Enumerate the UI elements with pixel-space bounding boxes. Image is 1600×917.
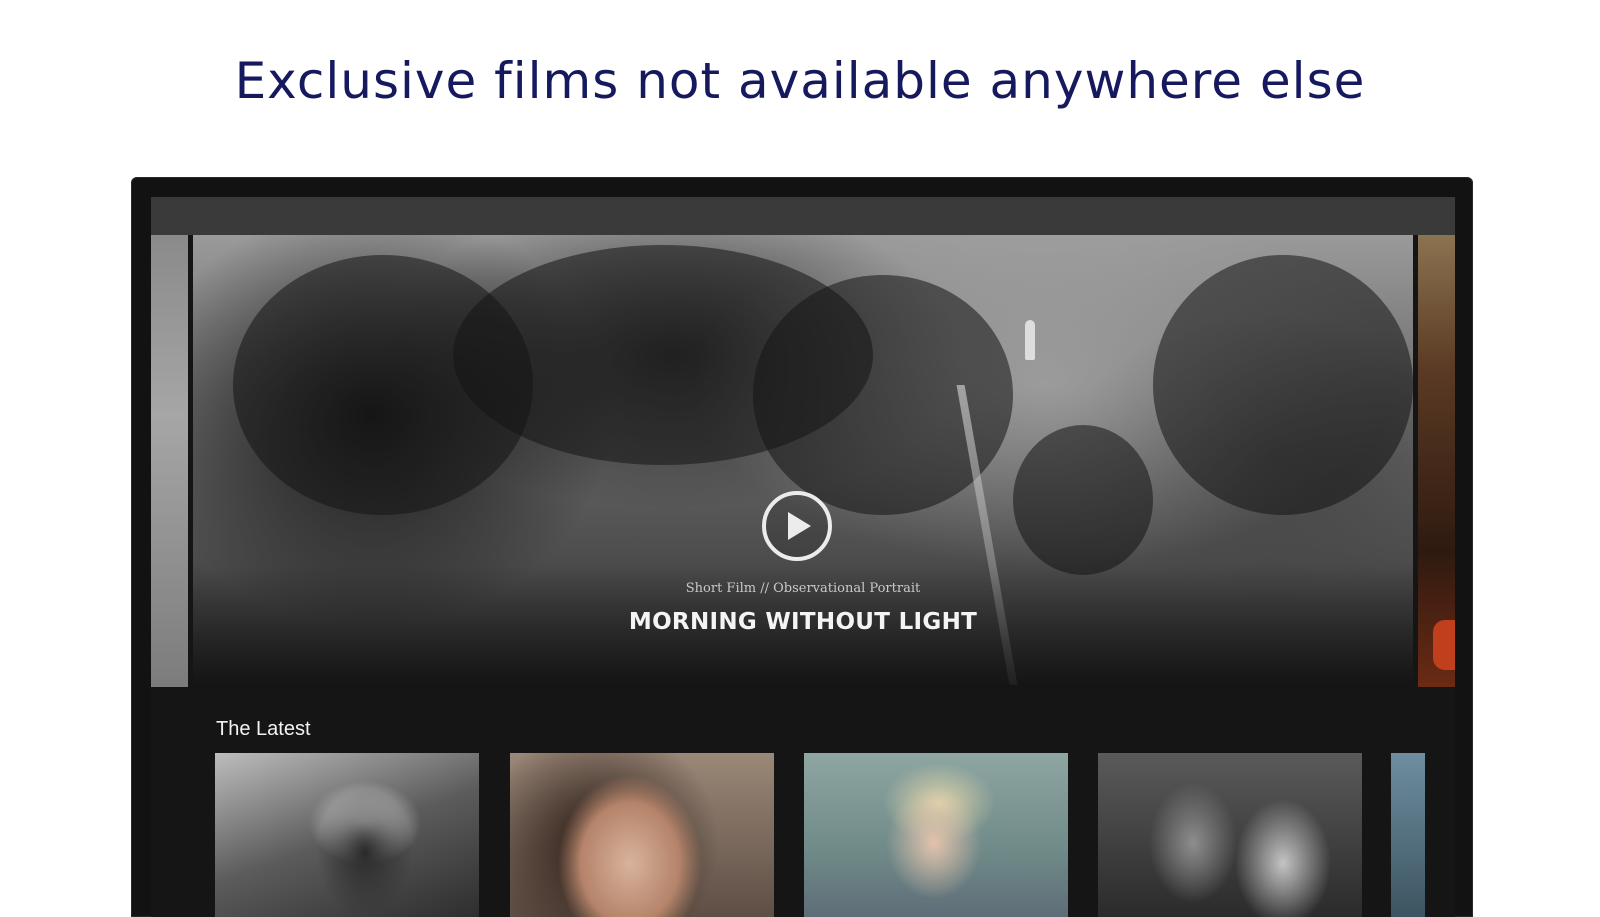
play-icon — [788, 512, 811, 540]
hero-slide[interactable]: Short Film // Observational Portrait MOR… — [193, 235, 1413, 687]
film-thumbnail[interactable] — [510, 753, 774, 917]
hero-image-detail — [1433, 620, 1455, 670]
device-frame: Short Film // Observational Portrait MOR… — [131, 177, 1473, 917]
film-thumbnail[interactable] — [1098, 753, 1362, 917]
app-screen: Short Film // Observational Portrait MOR… — [151, 197, 1455, 917]
film-thumbnail[interactable] — [1391, 753, 1425, 917]
promo-headline: Exclusive films not available anywhere e… — [234, 52, 1366, 110]
app-top-bar — [151, 197, 1455, 235]
film-thumbnail[interactable] — [215, 753, 479, 917]
film-thumbnail[interactable] — [804, 753, 1068, 917]
hero-title[interactable]: MORNING WITHOUT LIGHT — [193, 609, 1413, 635]
hero-subtitle: Short Film // Observational Portrait — [685, 581, 921, 596]
section-heading-latest: The Latest — [216, 718, 311, 740]
play-button[interactable] — [762, 491, 832, 561]
hero-image-detail — [1013, 425, 1153, 575]
hero-image-detail — [1153, 255, 1413, 515]
hero-image-detail — [1025, 320, 1035, 360]
carousel-prev-slide[interactable] — [151, 235, 188, 687]
hero-carousel[interactable]: Short Film // Observational Portrait MOR… — [151, 235, 1455, 687]
